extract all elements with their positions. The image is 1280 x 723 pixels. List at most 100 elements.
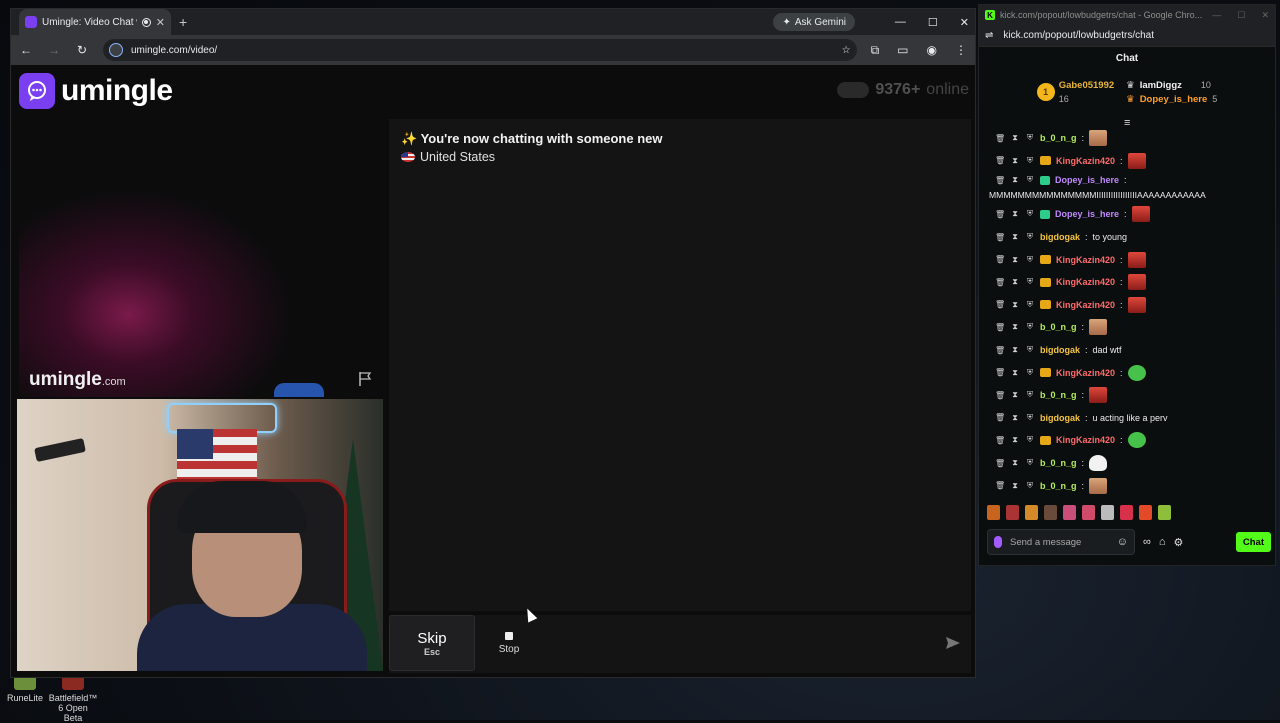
timeout-icon[interactable]: ⧗ [1010, 209, 1020, 219]
chat-username[interactable]: bigdogak [1040, 413, 1080, 423]
delete-icon[interactable]: 🗑 [995, 156, 1005, 165]
timeout-icon[interactable]: ⧗ [1010, 435, 1020, 445]
delete-icon[interactable]: 🗑 [995, 413, 1005, 422]
shield-icon[interactable]: ⛨ [1025, 133, 1035, 143]
settings-gear-icon[interactable]: ⚙ [1174, 536, 1184, 549]
chat-username[interactable]: Dopey_is_here [1055, 175, 1119, 185]
minimize-icon[interactable]: — [1212, 10, 1221, 21]
new-tab-button[interactable]: + [179, 14, 187, 30]
desktop-icon-runelite[interactable]: RuneLite [0, 676, 50, 703]
back-icon[interactable]: ← [19, 43, 33, 57]
chat-username[interactable]: Dopey_is_here [1055, 209, 1119, 219]
stop-button[interactable]: Stop [481, 615, 537, 671]
delete-icon[interactable]: 🗑 [995, 436, 1005, 445]
close-tab-icon[interactable]: ✕ [156, 16, 165, 29]
timeout-icon[interactable]: ⧗ [1010, 133, 1020, 143]
forward-icon[interactable]: → [47, 43, 61, 57]
chat-username[interactable]: b_0_n_g [1040, 458, 1077, 468]
delete-icon[interactable]: 🗑 [995, 255, 1005, 264]
delete-icon[interactable]: 🗑 [995, 481, 1005, 490]
quick-emote-icon[interactable] [1025, 505, 1038, 520]
delete-icon[interactable]: 🗑 [995, 176, 1005, 185]
extensions-icon[interactable]: ⧉ [871, 43, 880, 58]
quick-emote-icon[interactable] [1006, 505, 1019, 520]
delete-icon[interactable]: 🗑 [995, 210, 1005, 219]
shield-icon[interactable]: ⛨ [1025, 435, 1035, 445]
send-message-field[interactable]: Send a message ☺ [987, 529, 1135, 555]
timeout-icon[interactable]: ⧗ [1010, 232, 1020, 242]
shield-icon[interactable]: ⛨ [1025, 209, 1035, 219]
timeout-icon[interactable]: ⧗ [1010, 413, 1020, 423]
delete-icon[interactable]: 🗑 [995, 300, 1005, 309]
shield-icon[interactable]: ⛨ [1025, 255, 1035, 265]
send-icon[interactable] [945, 635, 961, 651]
chat-username[interactable]: KingKazin420 [1056, 368, 1115, 378]
quick-emote-icon[interactable] [987, 505, 1000, 520]
shield-icon[interactable]: ⛨ [1025, 481, 1035, 491]
shield-icon[interactable]: ⛨ [1025, 300, 1035, 310]
shield-icon[interactable]: ⛨ [1025, 156, 1035, 166]
leader-third[interactable]: ♛ Dopey_is_here 5 [1126, 94, 1217, 105]
send-chat-button[interactable]: Chat [1235, 532, 1271, 552]
timeout-icon[interactable]: ⧗ [1010, 345, 1020, 355]
shield-icon[interactable]: ⛨ [1025, 322, 1035, 332]
emoji-icon[interactable]: ☺ [1117, 536, 1128, 548]
chat-username[interactable]: bigdogak [1040, 232, 1080, 242]
message-input[interactable] [549, 621, 949, 665]
minimize-icon[interactable]: — [895, 16, 906, 28]
shield-icon[interactable]: ⛨ [1025, 390, 1035, 400]
chat-username[interactable]: KingKazin420 [1056, 435, 1115, 445]
shield-icon[interactable]: ⛨ [1025, 232, 1035, 242]
report-flag-icon[interactable] [357, 371, 373, 387]
shield-icon[interactable]: ⛨ [1025, 413, 1035, 423]
delete-icon[interactable]: 🗑 [995, 323, 1005, 332]
cast-icon[interactable]: ▭ [897, 43, 908, 58]
timeout-icon[interactable]: ⧗ [1010, 175, 1020, 185]
umingle-logo[interactable]: umingle [19, 73, 173, 109]
quick-emote-icon[interactable] [1082, 505, 1095, 520]
delete-icon[interactable]: 🗑 [995, 346, 1005, 355]
timeout-icon[interactable]: ⧗ [1010, 277, 1020, 287]
timeout-icon[interactable]: ⧗ [1010, 368, 1020, 378]
skip-button[interactable]: Skip Esc [389, 615, 475, 671]
shield-icon[interactable]: ⛨ [1025, 458, 1035, 468]
online-toggle[interactable] [837, 82, 870, 98]
quick-emote-icon[interactable] [1139, 505, 1152, 520]
chat-username[interactable]: bigdogak [1040, 345, 1080, 355]
site-settings-icon[interactable]: ⇌ [985, 30, 993, 41]
shield-icon[interactable]: ⛨ [1025, 277, 1035, 287]
delete-icon[interactable]: 🗑 [995, 278, 1005, 287]
leader-first[interactable]: 1 Gabe051992 16 [1036, 80, 1114, 104]
shield-icon[interactable]: ⛨ [1025, 175, 1035, 185]
address-bar[interactable]: umingle.com/video/ ☆ [103, 39, 857, 61]
chat-username[interactable]: b_0_n_g [1040, 322, 1077, 332]
microphone-icon[interactable] [994, 536, 1002, 548]
timeout-icon[interactable]: ⧗ [1010, 300, 1020, 310]
timeout-icon[interactable]: ⧗ [1010, 255, 1020, 265]
timeout-icon[interactable]: ⧗ [1010, 322, 1020, 332]
chat-username[interactable]: KingKazin420 [1056, 300, 1115, 310]
maximize-icon[interactable]: ☐ [1237, 10, 1245, 21]
chat-username[interactable]: KingKazin420 [1056, 255, 1115, 265]
close-window-icon[interactable]: ✕ [960, 16, 969, 29]
delete-icon[interactable]: 🗑 [995, 233, 1005, 242]
bookmark-star-icon[interactable]: ☆ [842, 45, 851, 56]
leader-second[interactable]: ♛ IamDiggz 10 [1126, 80, 1217, 91]
ask-gemini-button[interactable]: ✦ Ask Gemini [773, 13, 855, 31]
quick-emote-icon[interactable] [1063, 505, 1076, 520]
delete-icon[interactable]: 🗑 [995, 459, 1005, 468]
desktop-icon-battlefield[interactable]: Battlefield™ 6 Open Beta [48, 676, 98, 723]
profile-icon[interactable]: ◉ [927, 43, 937, 58]
close-window-icon[interactable]: ✕ [1261, 10, 1269, 21]
quick-emote-icon[interactable] [1101, 505, 1114, 520]
delete-icon[interactable]: 🗑 [995, 391, 1005, 400]
store-icon[interactable]: ⌂ [1159, 536, 1166, 548]
tab-umingle[interactable]: Umingle: Video Chat with St ✕ [19, 9, 171, 35]
site-info-icon[interactable] [109, 43, 123, 57]
chat-username[interactable]: KingKazin420 [1056, 156, 1115, 166]
delete-icon[interactable]: 🗑 [995, 368, 1005, 377]
chat-username[interactable]: b_0_n_g [1040, 133, 1077, 143]
timeout-icon[interactable]: ⧗ [1010, 481, 1020, 491]
reload-icon[interactable]: ↻ [75, 43, 89, 57]
quick-emote-icon[interactable] [1158, 505, 1171, 520]
